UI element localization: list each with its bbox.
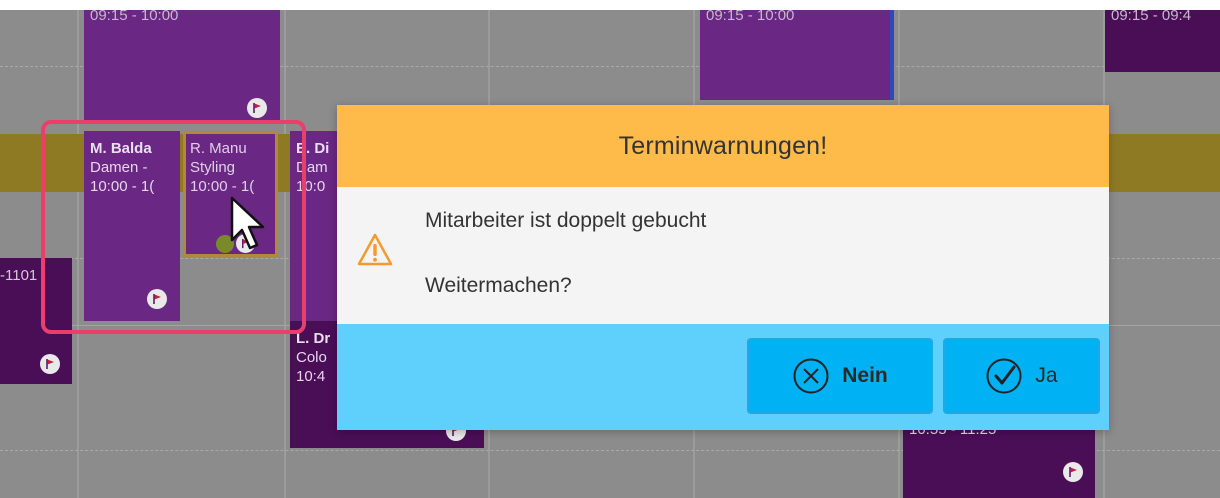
appointment-label: -1101 — [0, 267, 38, 284]
calendar-grid: 09:15 - 10:00 09:15 - 10:00 09:15 - 09:4… — [0, 10, 1220, 498]
warning-icon — [357, 233, 393, 266]
appointment-time: 09:15 - 09:4 — [1111, 10, 1192, 24]
dialog-question: Weitermachen? — [425, 274, 572, 297]
appointment-block[interactable]: 09:15 - 09:4 — [1105, 10, 1220, 72]
close-circle-icon — [793, 358, 829, 394]
yes-button[interactable]: Ja — [943, 338, 1100, 414]
appointment-block[interactable]: 09:15 - 10:00 — [84, 10, 280, 124]
no-button-label: Nein — [842, 364, 888, 387]
yes-button-label: Ja — [1035, 364, 1058, 387]
flag-icon — [1063, 462, 1083, 482]
appointment-time: 09:15 - 10:00 — [90, 10, 179, 24]
dialog-title: Terminwarnungen! — [337, 105, 1109, 187]
flag-icon — [247, 98, 267, 118]
no-button[interactable]: Nein — [747, 338, 933, 414]
flag-icon — [40, 354, 60, 374]
dialog-body: Mitarbeiter ist doppelt gebucht Weiterma… — [337, 187, 1109, 324]
appointment-block[interactable]: 09:15 - 10:00 — [700, 10, 894, 100]
dialog-footer: Nein Ja — [337, 324, 1109, 430]
check-circle-icon — [986, 358, 1022, 394]
appointment-time: 09:15 - 10:00 — [706, 10, 795, 24]
warning-dialog: Terminwarnungen! Mitarbeiter ist doppelt… — [337, 105, 1109, 430]
mouse-cursor-icon — [230, 196, 265, 250]
dialog-message: Mitarbeiter ist doppelt gebucht — [425, 209, 707, 232]
